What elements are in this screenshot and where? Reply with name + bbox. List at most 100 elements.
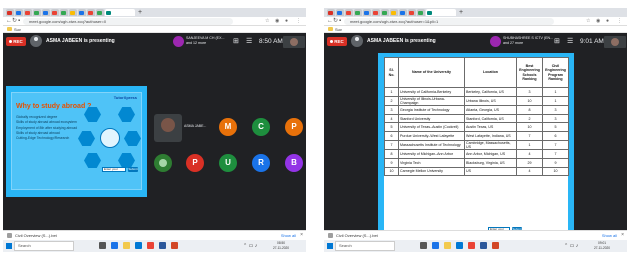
participant-picture-avatar[interactable] <box>154 154 172 172</box>
self-view-thumbnail[interactable] <box>283 36 305 48</box>
new-tab-icon[interactable]: + <box>459 8 463 17</box>
browser-tab[interactable] <box>51 9 59 16</box>
url-field[interactable]: meet.google.com/ugh-xtwr-xcq?authuser=0 <box>23 18 233 25</box>
windows-start-icon[interactable] <box>327 243 333 249</box>
browser-tab[interactable] <box>408 9 416 16</box>
presenting-label: ASMA JABEEN is presenting <box>46 38 115 44</box>
participant-chip[interactable]: SHUBHASHREE S ICTV (EN... and 27 more <box>490 35 553 48</box>
reload-icon[interactable]: ↻ <box>12 17 17 26</box>
star-icon[interactable]: ☆ <box>586 17 590 26</box>
column-header: Civil Engineering Program Ranking <box>542 57 569 88</box>
task-view-icon[interactable] <box>99 242 106 249</box>
show-all-link[interactable]: Show all <box>281 231 296 240</box>
tab-strip: + <box>324 8 627 17</box>
word-icon[interactable] <box>480 242 487 249</box>
grid-icon[interactable]: ☰ <box>567 33 573 50</box>
browser-tab[interactable] <box>96 9 104 16</box>
browser-tab[interactable] <box>69 9 77 16</box>
browser-tab[interactable] <box>417 9 425 16</box>
table-cell: 7 <box>516 131 543 141</box>
self-view-thumbnail[interactable] <box>604 36 626 48</box>
tab-favicon-icon <box>364 11 369 15</box>
table-cell: 6 <box>542 131 569 141</box>
slide-email-input[interactable]: Enter your email <box>102 167 126 172</box>
participant-avatar[interactable]: P <box>285 118 303 136</box>
menu-icon[interactable]: ⋮ <box>617 17 622 26</box>
browser-tab[interactable] <box>372 9 380 16</box>
meeting-stage: TutorXpress Why to study abroad ? Global… <box>3 50 306 230</box>
participant-avatar[interactable]: C <box>252 118 270 136</box>
table-body: 1 University of California-Berkeley Berkel… <box>384 87 569 177</box>
taskbar-search[interactable]: Search <box>14 241 74 251</box>
browser-tab[interactable] <box>24 9 32 16</box>
powerpoint-icon[interactable] <box>492 242 499 249</box>
profile-icon[interactable]: ● <box>285 17 288 26</box>
star-icon[interactable]: ☆ <box>265 17 269 26</box>
reload-icon[interactable]: ↻ <box>333 17 338 26</box>
participant-chip[interactable]: SANJEEVA M CH (EX... and 12 more <box>173 35 224 48</box>
tray-icons[interactable]: ⌃ ▭ ♪ <box>243 240 257 252</box>
grid-icon[interactable]: ☰ <box>246 33 252 50</box>
browser-tab[interactable] <box>6 9 14 16</box>
browser-tab[interactable] <box>336 9 344 16</box>
participant-avatar[interactable]: R <box>252 154 270 172</box>
chrome-icon[interactable] <box>147 242 154 249</box>
browser-tab-active[interactable] <box>426 9 456 16</box>
edge-icon[interactable] <box>432 242 439 249</box>
participant-avatar <box>490 36 501 47</box>
chrome-icon[interactable] <box>468 242 475 249</box>
participant-avatar[interactable]: U <box>219 154 237 172</box>
browser-tab[interactable] <box>15 9 23 16</box>
browser-tab[interactable] <box>42 9 50 16</box>
url-field[interactable]: meet.google.com/ugh-xtwr-xcq?authuser=1&… <box>344 18 554 25</box>
show-all-link[interactable]: Show all <box>602 231 617 240</box>
participant-avatar[interactable]: B <box>285 154 303 172</box>
browser-tab[interactable] <box>78 9 86 16</box>
store-icon[interactable] <box>456 242 463 249</box>
edge-icon[interactable] <box>111 242 118 249</box>
slide-submit-button[interactable]: Submit <box>128 167 138 172</box>
browser-tab-active[interactable] <box>105 9 135 16</box>
new-tab-icon[interactable]: + <box>138 8 142 17</box>
bookmark-folder-label[interactable]: Suv <box>335 26 342 33</box>
close-icon[interactable]: × <box>621 231 624 240</box>
windows-start-icon[interactable] <box>6 243 12 249</box>
extension-icon[interactable]: ◉ <box>596 17 600 26</box>
browser-tab[interactable] <box>60 9 68 16</box>
profile-icon[interactable]: ● <box>606 17 609 26</box>
bookmark-folder-label[interactable]: Suv <box>14 26 21 33</box>
participant-avatar[interactable]: P <box>186 154 204 172</box>
browser-tab[interactable] <box>399 9 407 16</box>
participant-video-tile[interactable] <box>154 114 182 142</box>
table-row: 1 University of California-Berkeley Berkel… <box>384 87 569 97</box>
file-explorer-icon[interactable] <box>123 242 130 249</box>
table-cell: 1 <box>542 87 569 97</box>
browser-tab[interactable] <box>390 9 398 16</box>
task-view-icon[interactable] <box>420 242 427 249</box>
powerpoint-icon[interactable] <box>171 242 178 249</box>
participant-avatar[interactable]: M <box>219 118 237 136</box>
browser-tab[interactable] <box>345 9 353 16</box>
browser-tab[interactable] <box>87 9 95 16</box>
layout-icon[interactable]: ⊞ <box>554 33 560 50</box>
store-icon[interactable] <box>135 242 142 249</box>
tab-favicon-icon <box>52 11 57 15</box>
slide-bullet: Cutting-Edge Technology/Research <box>16 136 70 141</box>
browser-tab[interactable] <box>354 9 362 16</box>
browser-tab[interactable] <box>363 9 371 16</box>
download-item[interactable]: Civil Overview (S...).bet <box>336 231 378 240</box>
browser-tab[interactable] <box>381 9 389 16</box>
extension-icon[interactable]: ◉ <box>275 17 279 26</box>
tray-icons[interactable]: ⌃ ▭ ♪ <box>564 240 578 252</box>
file-explorer-icon[interactable] <box>444 242 451 249</box>
menu-icon[interactable]: ⋮ <box>296 17 301 26</box>
browser-tab[interactable] <box>33 9 41 16</box>
word-icon[interactable] <box>159 242 166 249</box>
screenshot-left: + ← ↻ ▪ meet.google.com/ugh-xtwr-xcq?aut… <box>3 8 306 252</box>
close-icon[interactable]: × <box>300 231 303 240</box>
browser-tab[interactable] <box>327 9 335 16</box>
layout-icon[interactable]: ⊞ <box>233 33 239 50</box>
download-item[interactable]: Civil Overview (S...).bet <box>15 231 57 240</box>
taskbar-search[interactable]: Search <box>335 241 395 251</box>
table-row: 6 Purdue University–West Lafayette West La… <box>384 131 569 141</box>
